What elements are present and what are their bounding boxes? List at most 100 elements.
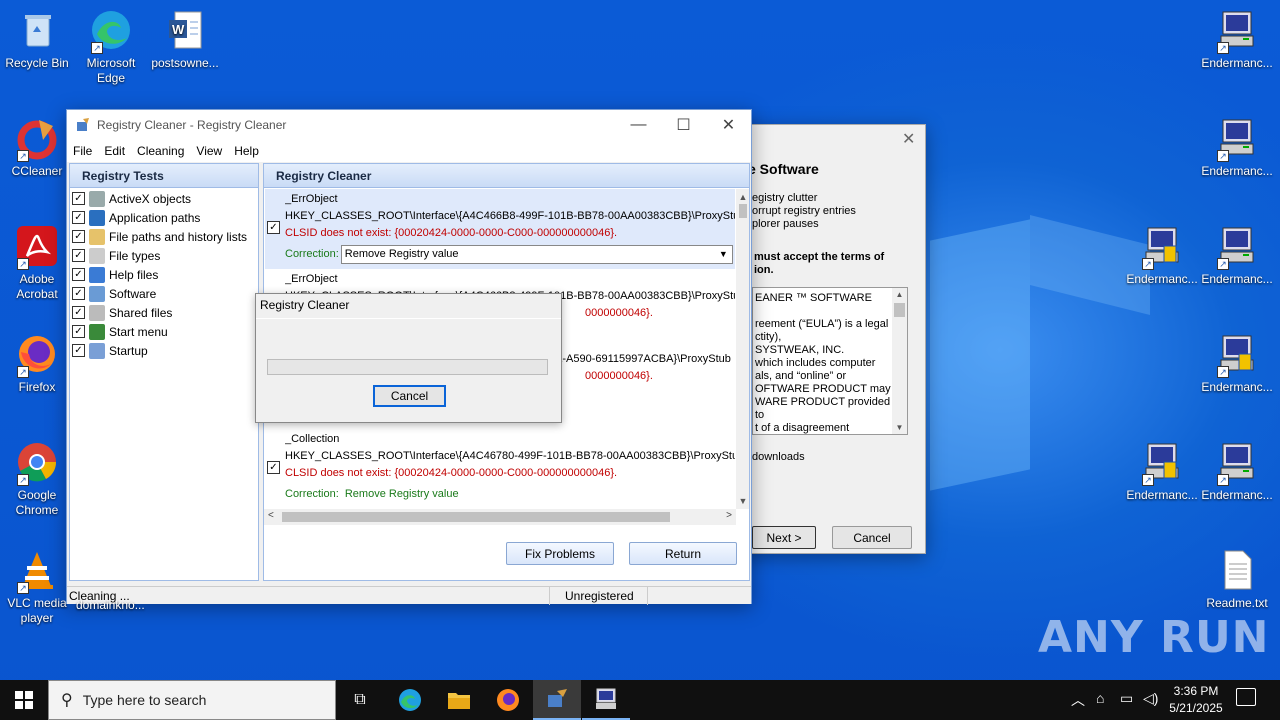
- chevron-up-icon[interactable]: ︿: [1071, 690, 1085, 710]
- test-label: Startup: [109, 343, 148, 358]
- eula-line: t of a disagreement: [755, 422, 850, 434]
- menu-edit[interactable]: Edit: [104, 144, 133, 158]
- test-checkbox[interactable]: ✓: [72, 325, 85, 338]
- registry-test-item[interactable]: ✓ ActiveX objects: [70, 189, 258, 208]
- test-checkbox[interactable]: ✓: [72, 306, 85, 319]
- test-checkbox[interactable]: ✓: [72, 211, 85, 224]
- test-label: ActiveX objects: [109, 191, 192, 206]
- test-checkbox[interactable]: ✓: [72, 249, 85, 262]
- chrome-icon: ↗: [15, 440, 59, 486]
- taskbar-registry-cleaner[interactable]: [533, 680, 581, 720]
- scroll-down-icon[interactable]: ▼: [736, 496, 749, 506]
- next-button[interactable]: Next >: [752, 526, 816, 549]
- close-icon[interactable]: ✕: [902, 129, 915, 149]
- correction-select[interactable]: Remove Registry value ▼: [340, 245, 733, 264]
- return-button[interactable]: Return: [629, 542, 737, 565]
- registry-test-item[interactable]: ✓ Application paths: [70, 208, 258, 227]
- desktop-icon-readme[interactable]: Readme.txt: [1200, 548, 1274, 611]
- taskbar-edge[interactable]: [386, 680, 434, 720]
- registry-test-item[interactable]: ✓ Startup: [70, 341, 258, 360]
- progress-cancel-button[interactable]: Cancel: [373, 385, 446, 407]
- registry-test-item[interactable]: ✓ Software: [70, 284, 258, 303]
- installer-cancel-button[interactable]: Cancel: [832, 526, 912, 549]
- progress-bar: [267, 359, 548, 375]
- registry-test-item[interactable]: ✓ Shared files: [70, 303, 258, 322]
- hscroll-thumb[interactable]: [282, 512, 670, 522]
- test-checkbox[interactable]: ✓: [72, 287, 85, 300]
- desktop-icon-edge[interactable]: ↗ Microsoft Edge: [74, 8, 148, 86]
- registry-test-item[interactable]: ✓ Help files: [70, 265, 258, 284]
- entry-checkbox[interactable]: ✓: [267, 221, 280, 234]
- registry-test-item[interactable]: ✓ File paths and history lists: [70, 227, 258, 246]
- desktop-icon-recycle-bin[interactable]: Recycle Bin: [0, 8, 74, 71]
- maximize-button[interactable]: ☐: [661, 110, 706, 140]
- installer-heading: e Software: [748, 161, 819, 177]
- menu-view[interactable]: View: [196, 144, 230, 158]
- scroll-left-icon[interactable]: <: [268, 510, 274, 521]
- desktop-icon-enderman-2[interactable]: ↗ Endermanc...: [1200, 116, 1274, 179]
- desktop-icon-ccleaner[interactable]: ↗ CCleaner: [0, 116, 74, 179]
- vertical-scrollbar[interactable]: ▲ ▼: [736, 189, 749, 509]
- eula-line: [755, 305, 895, 318]
- start-button[interactable]: [0, 680, 48, 720]
- eula-line: ctity),: [755, 331, 782, 343]
- enderman-computer-icon: ↗: [1215, 224, 1259, 270]
- registry-test-item[interactable]: ✓ Start menu: [70, 322, 258, 341]
- test-category-icon: [89, 190, 105, 207]
- desktop-icon-firefox[interactable]: ↗ Firefox: [0, 332, 74, 395]
- eula-line: als, and “online” or: [755, 370, 847, 382]
- desktop-icon-enderman-1[interactable]: ↗ Endermanc...: [1200, 8, 1274, 71]
- menu-file[interactable]: File: [73, 144, 100, 158]
- taskbar-installer[interactable]: [582, 680, 630, 720]
- notification-icon[interactable]: [1236, 688, 1256, 706]
- title-bar[interactable]: Registry Cleaner - Registry Cleaner — ☐ …: [67, 110, 751, 140]
- monitor-icon[interactable]: ▭: [1120, 690, 1133, 707]
- scroll-right-icon[interactable]: >: [726, 510, 732, 521]
- status-separator: [647, 587, 648, 605]
- test-category-icon: [89, 247, 105, 264]
- eula-textbox[interactable]: EANER ™ SOFTWARE reement (“EULA”) is a le…: [752, 287, 908, 435]
- result-entry[interactable]: ✓ _Collection HKEY_CLASSES_ROOT\Interfac…: [265, 429, 735, 509]
- volume-icon[interactable]: ◁): [1143, 690, 1158, 707]
- installer-bullets: egistry clutter orrupt registry entries …: [752, 192, 856, 230]
- folder-icon: [448, 693, 470, 709]
- test-category-icon: [89, 285, 105, 302]
- entry-checkbox[interactable]: ✓: [267, 461, 280, 474]
- desktop-icon-enderman-4[interactable]: ↗ Endermanc...: [1200, 224, 1274, 287]
- eula-scrollbar[interactable]: ▲ ▼: [892, 288, 907, 434]
- test-label: Software: [109, 286, 157, 301]
- test-checkbox[interactable]: ✓: [72, 344, 85, 357]
- scroll-up-icon[interactable]: ▲: [736, 192, 749, 202]
- network-icon[interactable]: ⌂: [1096, 690, 1104, 706]
- registry-test-item[interactable]: ✓ File types: [70, 246, 258, 265]
- desktop-icon-enderman-5[interactable]: ↗ Endermanc...: [1200, 332, 1274, 395]
- edge-icon: ↗: [89, 8, 133, 54]
- taskbar-firefox[interactable]: [484, 680, 532, 720]
- close-button[interactable]: ✕: [706, 110, 751, 140]
- scroll-thumb[interactable]: [739, 204, 747, 218]
- test-checkbox[interactable]: ✓: [72, 192, 85, 205]
- taskbar-file-explorer[interactable]: [435, 680, 483, 720]
- desktop-icon-enderman-3[interactable]: ↗ Endermanc...: [1125, 224, 1199, 287]
- desktop-icon-chrome[interactable]: ↗ Google Chrome: [0, 440, 74, 518]
- taskbar-search-box[interactable]: ⚲ Type here to search: [48, 680, 336, 720]
- text-file-icon: [1215, 548, 1259, 592]
- fix-problems-button[interactable]: Fix Problems: [506, 542, 614, 565]
- horizontal-scrollbar[interactable]: < >: [264, 509, 736, 525]
- test-checkbox[interactable]: ✓: [72, 230, 85, 243]
- desktop-icon-acrobat[interactable]: ↗ Adobe Acrobat: [0, 224, 74, 302]
- test-checkbox[interactable]: ✓: [72, 268, 85, 281]
- clock[interactable]: 3:36 PM 5/21/2025: [1164, 683, 1228, 717]
- desktop-icon-vlc[interactable]: ↗ VLC media player: [0, 548, 74, 626]
- hidden-desktop-label: domainkno...: [76, 598, 145, 612]
- desktop-icon-word-doc[interactable]: W postsowne...: [148, 8, 222, 71]
- test-label: File types: [109, 248, 161, 263]
- task-view-button[interactable]: ⧉: [336, 680, 384, 720]
- result-entry[interactable]: ✓ _ErrObject HKEY_CLASSES_ROOT\Interface…: [265, 189, 735, 269]
- menu-help[interactable]: Help: [234, 144, 267, 158]
- desktop-icon-enderman-6[interactable]: ↗ Endermanc...: [1125, 440, 1199, 503]
- desktop-icon-enderman-7[interactable]: ↗ Endermanc...: [1200, 440, 1274, 503]
- window-title: Registry Cleaner - Registry Cleaner: [97, 118, 287, 132]
- minimize-button[interactable]: —: [616, 110, 661, 140]
- menu-cleaning[interactable]: Cleaning: [137, 144, 192, 158]
